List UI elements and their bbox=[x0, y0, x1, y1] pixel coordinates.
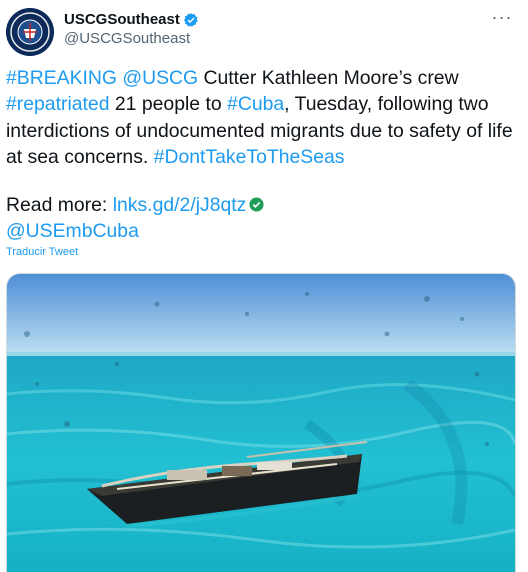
tweet-body: #BREAKING @USCG Cutter Kathleen Moore’s … bbox=[6, 65, 522, 170]
hashtag-breaking[interactable]: #BREAKING bbox=[6, 67, 117, 89]
translate-tweet-link[interactable]: Traducir Tweet bbox=[6, 246, 78, 258]
hashtag-cuba[interactable]: #Cuba bbox=[227, 93, 284, 115]
hashtag-donttaketotheseas[interactable]: #DontTakeToTheSeas bbox=[154, 146, 345, 168]
author-display-name[interactable]: USCGSoutheast bbox=[64, 11, 199, 29]
read-more-block: Read more: lnks.gd/2/jJ8qtz @USEmbCuba bbox=[6, 192, 522, 245]
tweet-header: USCGSoutheast @USCGSoutheast ··· bbox=[6, 6, 522, 60]
mention-usembcuba[interactable]: @USEmbCuba bbox=[6, 220, 139, 242]
more-options-icon[interactable]: ··· bbox=[488, 8, 516, 30]
display-name-text: USCGSoutheast bbox=[64, 11, 180, 28]
uscg-seal-icon bbox=[6, 8, 54, 56]
boat-at-sea-image bbox=[7, 274, 515, 572]
tweet-photo[interactable] bbox=[6, 273, 516, 572]
tweet-text-segment: Cutter Kathleen Moore’s crew bbox=[198, 67, 459, 89]
verified-badge-icon bbox=[183, 13, 198, 27]
tweet-text-segment: 21 people to bbox=[109, 93, 228, 116]
link-check-icon bbox=[249, 197, 264, 212]
read-more-label: Read more: bbox=[6, 194, 113, 216]
mention-uscg[interactable]: @USCG bbox=[122, 67, 198, 89]
author-handle[interactable]: @USCGSoutheast bbox=[64, 29, 199, 49]
read-more-link[interactable]: lnks.gd/2/jJ8qtz bbox=[113, 194, 247, 216]
avatar[interactable] bbox=[6, 8, 54, 56]
hashtag-repatriated[interactable]: #repatriated bbox=[6, 93, 110, 115]
